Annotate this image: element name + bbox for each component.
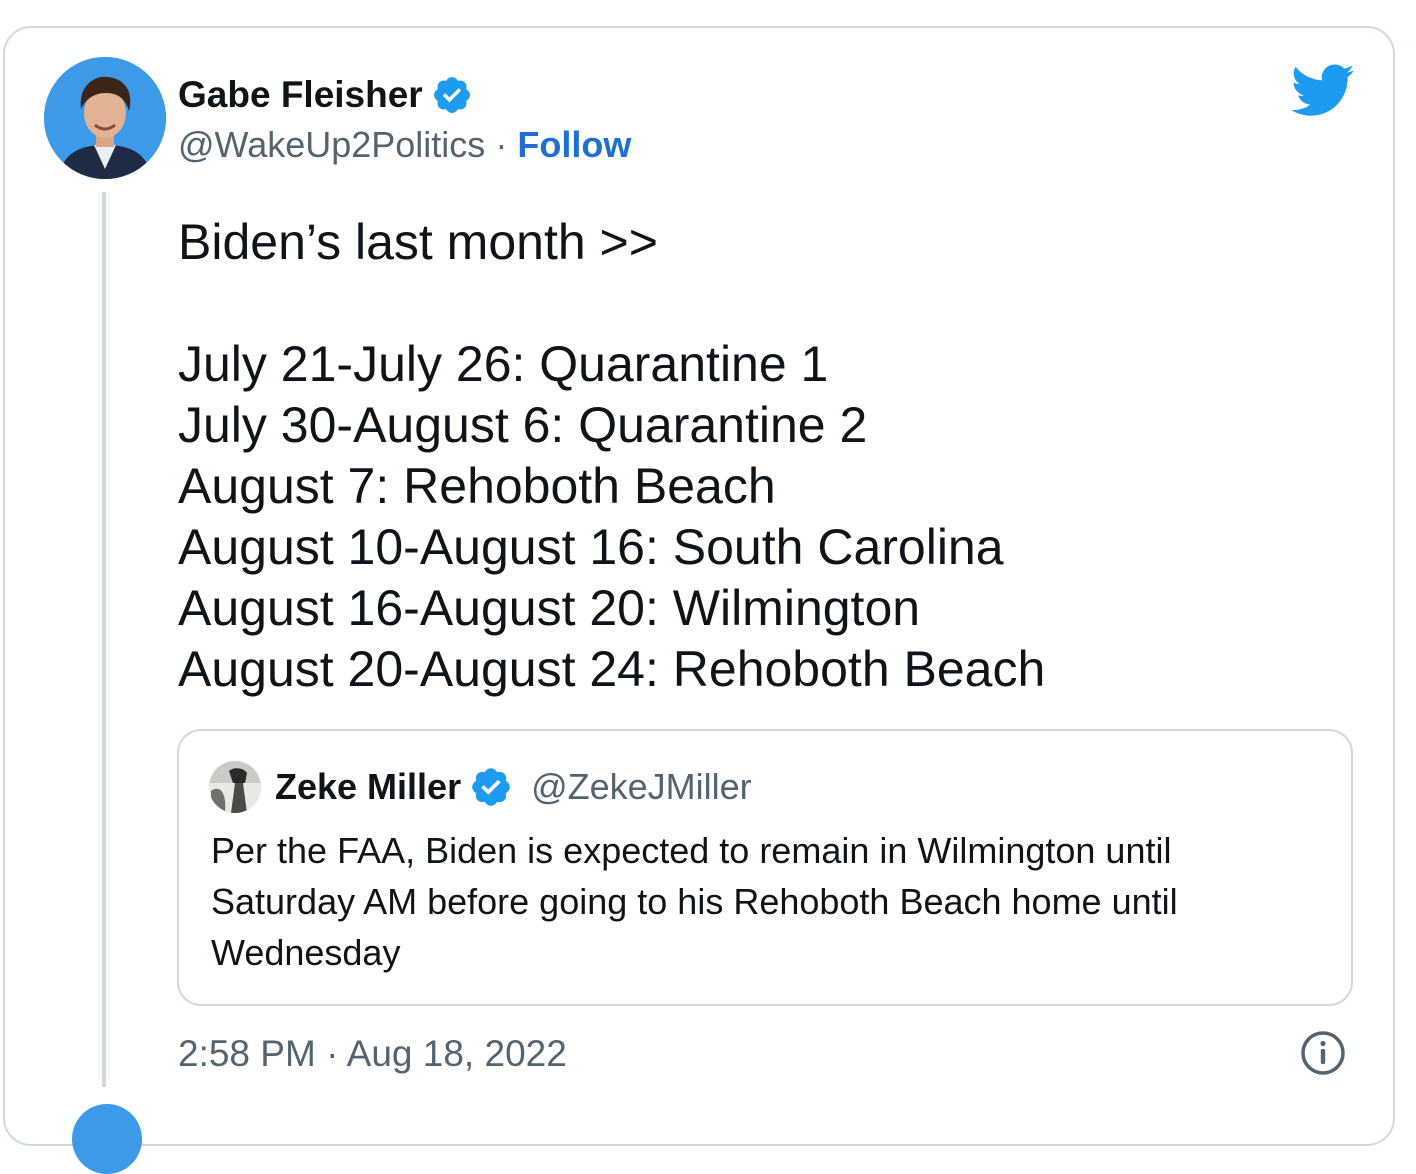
timestamp-separator: · [326,1033,339,1074]
quoted-author-handle[interactable]: @ZekeJMiller [531,766,752,808]
info-icon[interactable] [1299,1029,1347,1077]
author-avatar[interactable] [44,57,166,179]
thread-connector-line [102,192,106,1087]
handle-separator: · [495,124,508,165]
author-name-row: Gabe Fleisher [178,74,473,116]
twitter-bird-icon[interactable] [1291,64,1355,118]
quoted-author-name[interactable]: Zeke Miller [275,766,461,808]
quoted-tweet-card[interactable]: Zeke Miller @ZekeJMiller Per the FAA, Bi… [177,729,1353,1006]
quoted-tweet-text: Per the FAA, Biden is expected to remain… [211,830,1178,973]
quoted-tweet-header: Zeke Miller @ZekeJMiller [209,761,752,813]
quoted-author-avatar [209,761,261,813]
follow-button[interactable]: Follow [517,124,631,165]
next-reply-avatar[interactable] [72,1104,142,1174]
tweet-timestamp[interactable]: 2:58 PM · Aug 18, 2022 [178,1033,567,1075]
quoted-verified-badge-icon [469,765,513,809]
tweet-date: Aug 18, 2022 [346,1033,567,1074]
author-display-name[interactable]: Gabe Fleisher [178,74,423,116]
tweet-body-text: Biden’s last month >> July 21-July 26: Q… [178,214,1046,697]
verified-badge-icon [431,74,473,116]
author-handle[interactable]: @WakeUp2Politics [178,124,485,165]
tweet-time: 2:58 PM [178,1033,316,1074]
author-handle-row: @WakeUp2Politics · Follow [178,124,631,166]
